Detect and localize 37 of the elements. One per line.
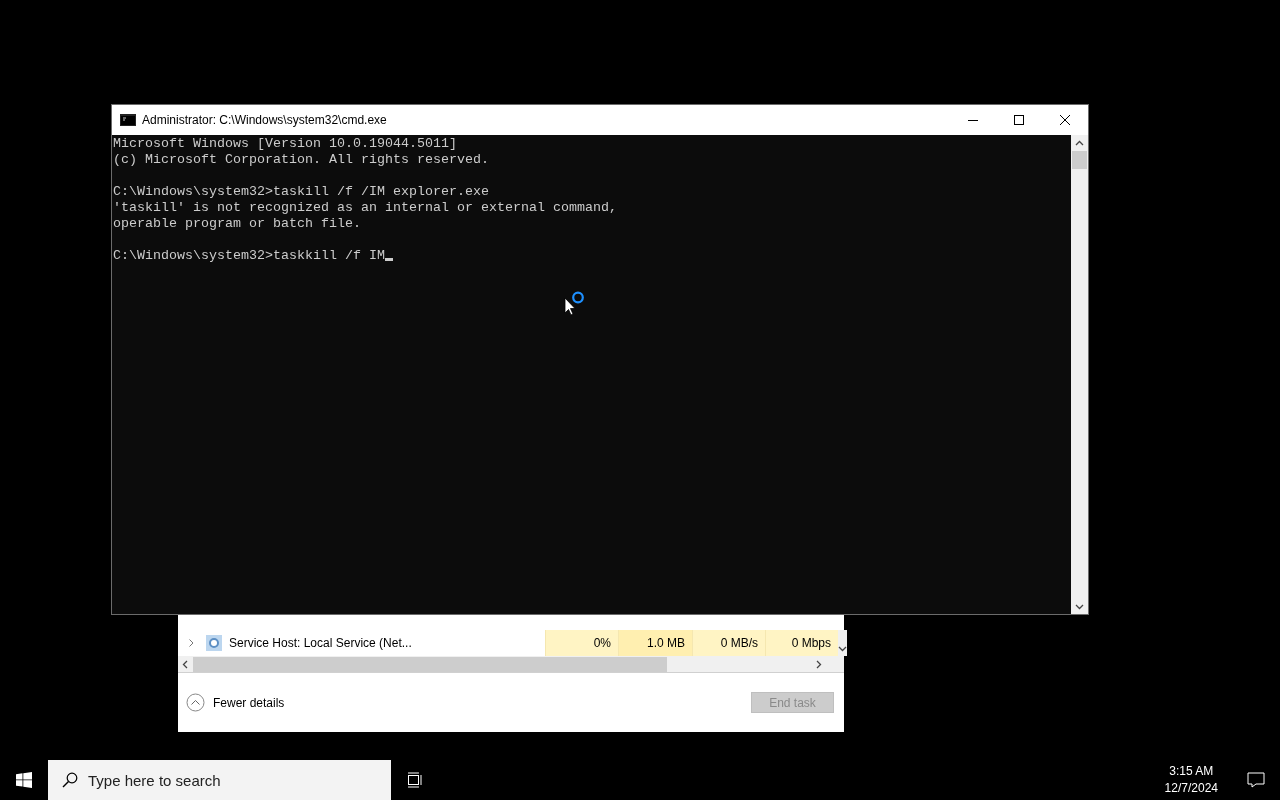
scroll-up-icon[interactable] xyxy=(1075,140,1084,146)
search-icon xyxy=(62,772,78,788)
clock[interactable]: 3:15 AM 12/7/2024 xyxy=(1164,763,1218,797)
horizontal-scrollbar[interactable] xyxy=(178,656,844,673)
table-cell: 1.0 MB xyxy=(618,630,692,656)
vertical-scrollbar[interactable] xyxy=(1071,135,1088,614)
task-view-icon xyxy=(407,772,423,788)
table-cell: 0% xyxy=(545,630,618,656)
scrollbar-thumb[interactable] xyxy=(1072,151,1087,169)
windows-logo-icon xyxy=(16,772,32,788)
chevron-up-icon xyxy=(186,693,205,712)
scrollbar-thumb[interactable] xyxy=(193,656,667,672)
window-title: Administrator: C:\Windows\system32\cmd.exe xyxy=(142,112,387,129)
close-icon xyxy=(1060,115,1070,125)
busy-cursor-icon xyxy=(564,290,586,318)
scroll-down-icon[interactable] xyxy=(1075,604,1084,610)
console-line: operable program or batch file. xyxy=(113,216,361,231)
table-cell: 0 MB/s xyxy=(692,630,765,656)
vertical-scrollbar[interactable] xyxy=(838,630,847,656)
process-name: Service Host: Local Service (Net... xyxy=(229,635,413,652)
console-icon xyxy=(120,114,136,126)
console-line: (c) Microsoft Corporation. All rights reserved. xyxy=(113,152,489,167)
text-cursor-icon xyxy=(384,258,393,261)
scroll-left-icon[interactable] xyxy=(182,659,188,669)
maximize-icon xyxy=(1014,115,1024,125)
search-field[interactable]: Type here to search xyxy=(48,760,391,800)
console-line: Microsoft Windows [Version 10.0.19044.5011] xyxy=(113,136,457,151)
table-cell: 0 Mbps xyxy=(765,630,838,656)
scroll-right-icon[interactable] xyxy=(816,659,822,669)
fewer-details-button[interactable]: Fewer details xyxy=(186,693,285,712)
console-line: 'taskill' is not recognized as an internal or external command, xyxy=(113,200,617,215)
minimize-icon xyxy=(968,119,978,121)
scroll-down-icon[interactable] xyxy=(838,646,847,652)
expand-chevron-icon[interactable] xyxy=(189,639,194,647)
console-line: C:\Windows\system32>taskkill /f IM xyxy=(113,248,385,263)
notification-icon xyxy=(1247,772,1265,788)
console-line: C:\Windows\system32>taskill /f /IM explorer.exe xyxy=(113,184,489,199)
